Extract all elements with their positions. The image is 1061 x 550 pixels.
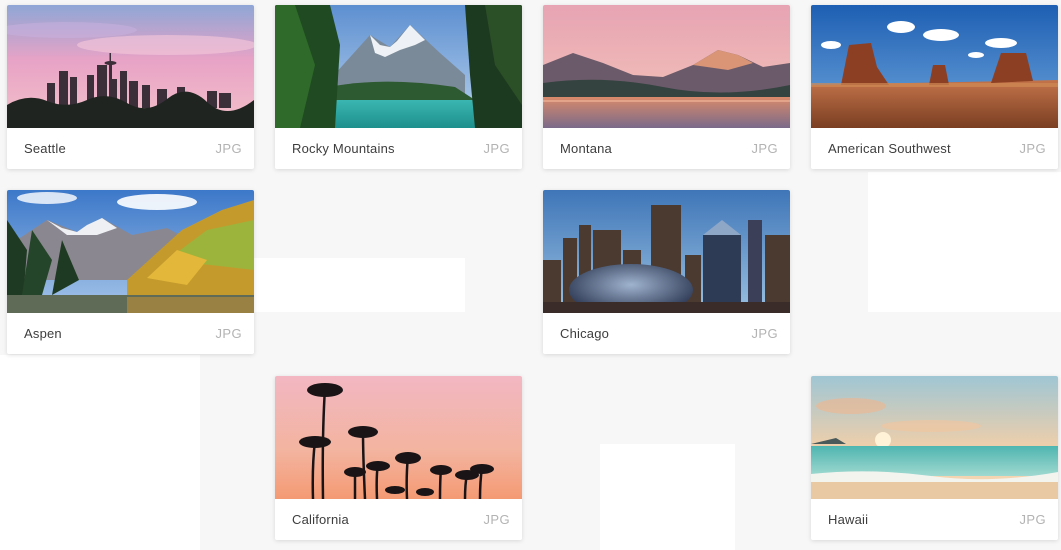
photo-california	[275, 376, 522, 499]
card-title: Seattle	[24, 141, 66, 156]
photo-hawaii	[811, 376, 1058, 499]
background-block	[868, 172, 1061, 312]
card-title: Hawaii	[828, 512, 869, 527]
background-block	[253, 258, 465, 312]
gallery-card-rocky-mountains[interactable]: Rocky Mountains JPG	[275, 5, 522, 169]
gallery-card-aspen[interactable]: Aspen JPG	[7, 190, 254, 354]
photo-chicago	[543, 190, 790, 313]
card-title: Aspen	[24, 326, 62, 341]
photo-aspen	[7, 190, 254, 313]
card-title: Chicago	[560, 326, 610, 341]
file-type-label: JPG	[483, 141, 510, 156]
file-type-label: JPG	[1019, 512, 1046, 527]
photo-rocky-mountains	[275, 5, 522, 128]
file-type-label: JPG	[215, 141, 242, 156]
gallery-card-montana[interactable]: Montana JPG	[543, 5, 790, 169]
gallery-card-seattle[interactable]: Seattle JPG	[7, 5, 254, 169]
photo-montana	[543, 5, 790, 128]
card-title: American Southwest	[828, 141, 951, 156]
file-type-label: JPG	[751, 141, 778, 156]
file-type-label: JPG	[215, 326, 242, 341]
background-block	[0, 355, 200, 550]
gallery-card-california[interactable]: California JPG	[275, 376, 522, 540]
card-title: California	[292, 512, 349, 527]
file-type-label: JPG	[1019, 141, 1046, 156]
card-title: Montana	[560, 141, 612, 156]
background-block	[600, 444, 735, 550]
card-title: Rocky Mountains	[292, 141, 395, 156]
gallery-card-chicago[interactable]: Chicago JPG	[543, 190, 790, 354]
gallery-card-american-southwest[interactable]: American Southwest JPG	[811, 5, 1058, 169]
file-type-label: JPG	[751, 326, 778, 341]
photo-seattle	[7, 5, 254, 128]
file-type-label: JPG	[483, 512, 510, 527]
photo-american-southwest	[811, 5, 1058, 128]
gallery-card-hawaii[interactable]: Hawaii JPG	[811, 376, 1058, 540]
